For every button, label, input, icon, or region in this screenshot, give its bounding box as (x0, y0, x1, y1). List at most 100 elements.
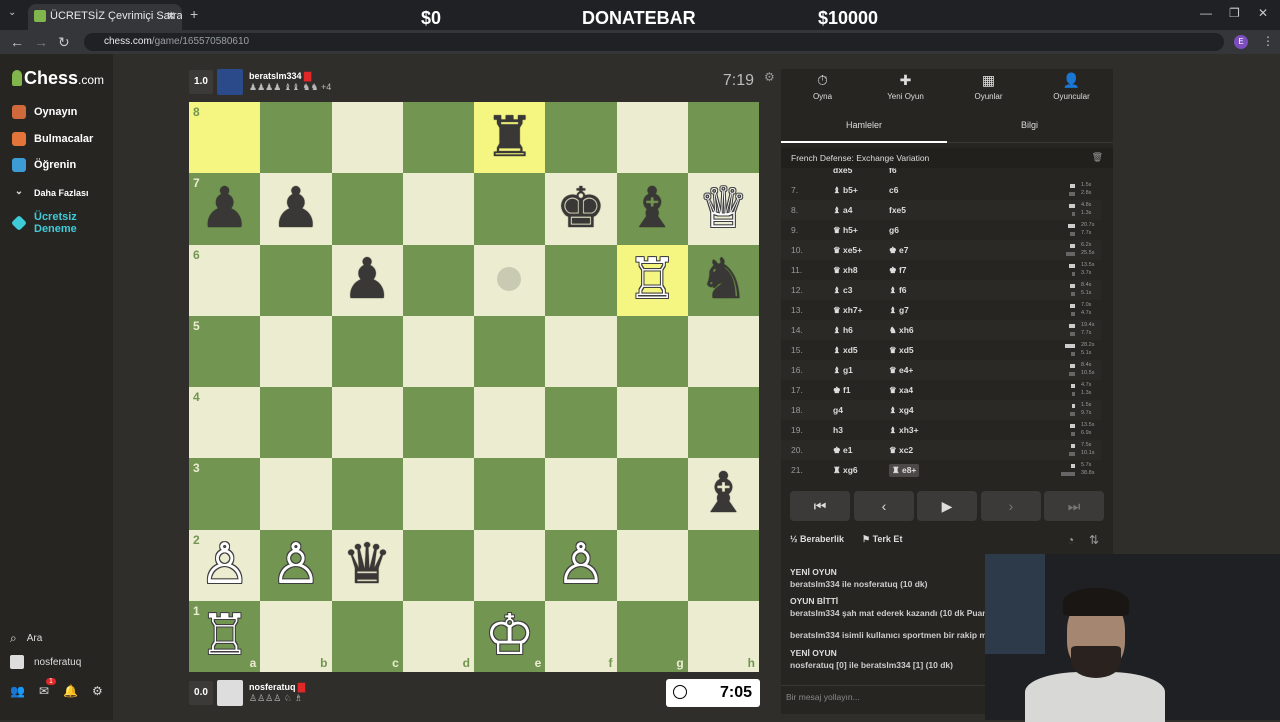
bell-icon[interactable]: 🔔 (63, 684, 78, 698)
black-move[interactable]: ♛ e4+ (889, 365, 913, 376)
square-g2[interactable] (616, 529, 688, 601)
white-move[interactable]: ♜ xg6 (833, 465, 858, 476)
black-move[interactable]: g6 (889, 225, 899, 235)
square-h2[interactable] (687, 529, 759, 601)
white-move[interactable]: ♛ xh7+ (833, 305, 863, 316)
square-f4[interactable] (545, 387, 617, 459)
square-b4[interactable] (260, 387, 332, 459)
square-h8[interactable] (687, 102, 759, 174)
move-hint-dot[interactable] (497, 267, 521, 291)
square-d4[interactable] (402, 387, 474, 459)
new-tab-icon[interactable]: + (190, 6, 198, 22)
browser-tab[interactable]: ÜCRETSİZ Çevrimiçi Satranç Oyna ✕ (28, 4, 182, 30)
tab-play[interactable]: ⏱ Oyna (781, 72, 864, 101)
white-move[interactable]: ♝ g1 (833, 365, 853, 376)
square-c8[interactable] (331, 102, 403, 174)
square-g4[interactable] (616, 387, 688, 459)
nav-item-learn[interactable]: Öğrenin (12, 158, 76, 172)
window-close-icon[interactable]: ✕ (1258, 6, 1268, 20)
square-d2[interactable] (402, 529, 474, 601)
settings-gear-icon[interactable]: ⚙ (92, 684, 103, 698)
flip-board-icon[interactable]: ⇅ (1089, 533, 1099, 547)
square-g5[interactable] (616, 315, 688, 387)
nav-item-puzzles[interactable]: Bulmacalar (12, 132, 93, 146)
white-move[interactable]: ♛ h5+ (833, 225, 858, 236)
black-move[interactable]: ♝ xh3+ (889, 425, 919, 436)
tab-games[interactable]: ▦ Oyunlar (947, 72, 1030, 101)
nav-item-free-trial[interactable]: Ücretsiz Deneme (11, 211, 102, 235)
square-a5[interactable]: 5 (189, 315, 261, 387)
black-rook-e8[interactable]: ♜ (474, 102, 545, 173)
square-c4[interactable] (331, 387, 403, 459)
square-c1[interactable]: c (331, 600, 403, 672)
chess-board[interactable]: 8 7 6 5 4 3 2 1 a b c d e f g h ♜ ♟ ♟ ♚ ♝ ♕ ♟ ♖ ♞ ♝ ♙ ♙ ♛ ♙ ♖ ♔ (189, 102, 759, 672)
square-f3[interactable] (545, 458, 617, 530)
draw-button[interactable]: ½ Beraberlik (790, 534, 844, 544)
square-b3[interactable] (260, 458, 332, 530)
square-f6[interactable] (545, 244, 617, 316)
black-bishop-g7[interactable]: ♝ (617, 173, 688, 244)
tab-info[interactable]: Bilgi (1021, 120, 1038, 130)
black-move[interactable]: ♚ f7 (889, 265, 907, 276)
square-c5[interactable] (331, 315, 403, 387)
play-button[interactable]: ▶ (917, 491, 977, 521)
black-knight-h6[interactable]: ♞ (688, 245, 759, 316)
analysis-icon[interactable]: ◔ (1067, 533, 1074, 547)
square-a8[interactable]: 8 (189, 102, 261, 174)
white-move[interactable]: ♛ xe5+ (833, 245, 862, 256)
white-pawn-f2[interactable]: ♙ (545, 530, 616, 601)
url-field[interactable]: chess.com/game/165570580610 (84, 33, 1224, 51)
last-move-button[interactable]: ⏭ (1044, 491, 1104, 521)
board-settings-gear-icon[interactable]: ⚙ (764, 70, 775, 84)
top-player-name[interactable]: beratslm334 ▇ (249, 71, 331, 82)
user-nav[interactable]: nosferatuq (10, 655, 81, 669)
white-move[interactable]: ♝ b5+ (833, 185, 858, 196)
square-e4[interactable] (474, 387, 546, 459)
black-move[interactable]: ♝ f6 (889, 285, 907, 296)
white-move[interactable]: dxe5 (833, 168, 852, 175)
next-move-button[interactable]: › (981, 491, 1041, 521)
bottom-player-avatar[interactable] (217, 680, 243, 706)
back-icon[interactable]: ← (10, 34, 24, 50)
square-d1[interactable]: d (402, 600, 474, 672)
black-king-f7[interactable]: ♚ (545, 173, 616, 244)
white-move[interactable]: ♝ a4 (833, 205, 852, 216)
close-icon[interactable]: ✕ (166, 9, 176, 23)
square-h5[interactable] (687, 315, 759, 387)
black-pawn-a7[interactable]: ♟ (189, 173, 260, 244)
square-b5[interactable] (260, 315, 332, 387)
profile-avatar-icon[interactable]: E (1234, 35, 1248, 49)
square-g8[interactable] (616, 102, 688, 174)
square-e2[interactable] (474, 529, 546, 601)
prev-move-button[interactable]: ‹ (854, 491, 914, 521)
white-move[interactable]: ♝ h6 (833, 325, 853, 336)
tab-new-game[interactable]: ✚ Yeni Oyun (864, 72, 947, 101)
black-bishop-h3[interactable]: ♝ (688, 458, 759, 529)
black-move[interactable]: ♝ g7 (889, 305, 909, 316)
square-c7[interactable] (331, 173, 403, 245)
square-b1[interactable]: b (260, 600, 332, 672)
menu-kebab-icon[interactable]: ⋮ (1262, 34, 1274, 48)
white-rook-g6[interactable]: ♖ (617, 245, 688, 316)
square-g3[interactable] (616, 458, 688, 530)
forward-icon[interactable]: → (34, 34, 48, 50)
black-move[interactable]: ♜ e8+ (889, 464, 920, 477)
black-pawn-c6[interactable]: ♟ (332, 245, 403, 316)
black-move[interactable]: ♝ xg4 (889, 405, 914, 416)
square-e7[interactable] (474, 173, 546, 245)
top-player-avatar[interactable] (217, 69, 243, 95)
nav-item-play[interactable]: Oynayın (12, 105, 77, 119)
square-f1[interactable]: f (545, 600, 617, 672)
square-a4[interactable]: 4 (189, 387, 261, 459)
white-move[interactable]: ♝ c3 (833, 285, 852, 296)
white-move[interactable]: ♚ f1 (833, 385, 851, 396)
square-e3[interactable] (474, 458, 546, 530)
white-pawn-b2[interactable]: ♙ (260, 530, 331, 601)
square-f5[interactable] (545, 315, 617, 387)
minimize-icon[interactable]: — (1200, 6, 1212, 20)
maximize-icon[interactable]: ❐ (1229, 6, 1240, 20)
resign-button[interactable]: ⚑ Terk Et (862, 534, 902, 545)
reload-icon[interactable]: ↻ (58, 34, 70, 51)
white-move[interactable]: ♚ e1 (833, 445, 852, 456)
friends-icon[interactable]: 👥 (10, 684, 25, 698)
